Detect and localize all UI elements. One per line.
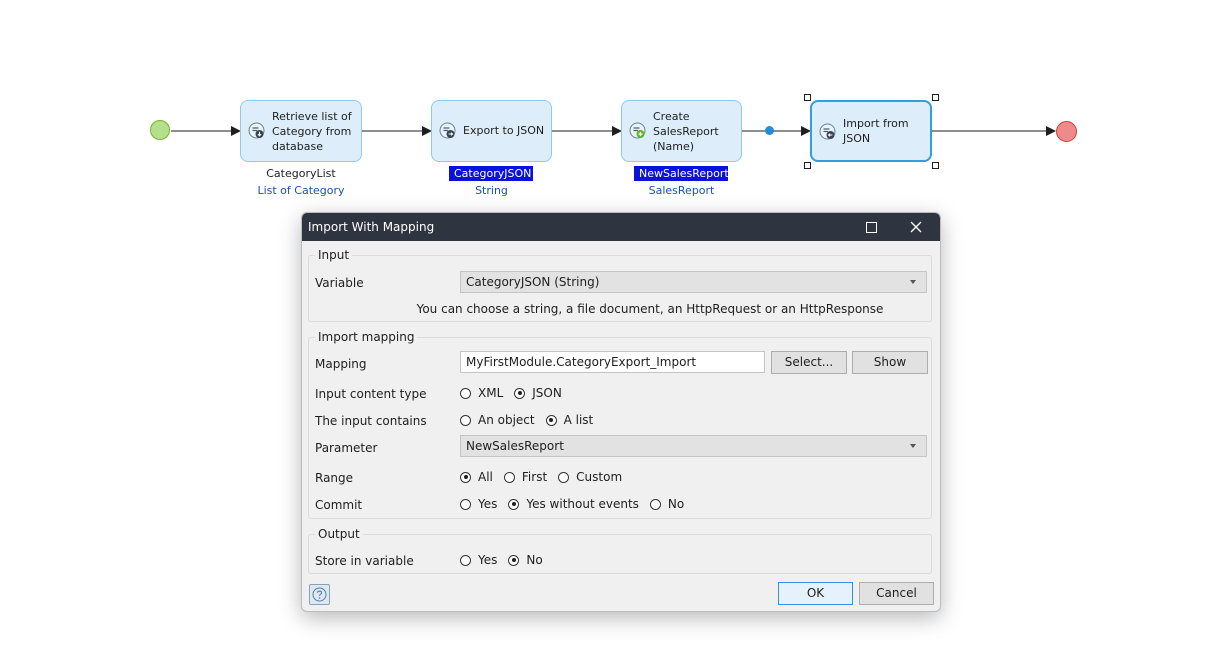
range-label: Range	[315, 471, 354, 485]
store-no-option[interactable]: No	[508, 553, 543, 567]
retrieve-activity-label: Retrieve list of Category from database	[272, 110, 352, 153]
export-mapping-icon	[439, 122, 456, 139]
contains-object-option[interactable]: An object	[460, 413, 535, 427]
content-type-label: Input content type	[315, 387, 427, 401]
resize-handle-bottom-right[interactable]	[932, 162, 939, 169]
input-group: Input Variable CategoryJSON (String) You…	[308, 248, 932, 322]
create-object-icon	[629, 122, 646, 139]
export-output-name: CategoryJSON	[449, 166, 533, 181]
commit-no-option[interactable]: No	[649, 497, 684, 511]
mapping-label: Mapping	[315, 357, 367, 371]
commit-yes-without-events-option[interactable]: Yes without events	[508, 497, 639, 511]
variable-hint: You can choose a string, a file document…	[416, 302, 884, 316]
help-button[interactable]	[309, 584, 330, 605]
radio-store-no[interactable]	[508, 554, 520, 566]
output-group-title: Output	[315, 527, 363, 541]
export-json-activity-label: Export to JSON	[463, 124, 545, 137]
content-type-json-option[interactable]: JSON	[514, 386, 562, 400]
start-event[interactable]	[150, 120, 170, 140]
parameter-dropdown-value: NewSalesReport	[466, 439, 564, 453]
resize-handle-bottom-left[interactable]	[804, 162, 811, 169]
retrieve-object-icon	[248, 122, 265, 139]
parameter-label: Parameter	[315, 441, 378, 455]
create-output-type: SalesReport	[648, 184, 715, 197]
input-contains-options: An object A list	[460, 412, 604, 428]
radio-commit-yes[interactable]	[460, 498, 471, 510]
radio-all[interactable]	[460, 471, 471, 483]
radio-store-yes[interactable]	[460, 554, 471, 566]
radio-first[interactable]	[503, 471, 515, 483]
store-yes-option[interactable]: Yes	[460, 553, 497, 567]
input-group-title: Input	[315, 248, 353, 262]
commit-yes-option[interactable]: Yes	[460, 497, 497, 511]
radio-xml[interactable]	[460, 387, 471, 399]
create-object-activity-label: Create SalesReport (Name)	[653, 110, 719, 153]
resize-handle-top-right[interactable]	[932, 94, 939, 101]
content-type-options: XML JSON	[460, 385, 573, 401]
dialog-titlebar: Import With Mapping	[302, 213, 940, 241]
range-first-option[interactable]: First	[503, 470, 547, 484]
mapping-field-value: MyFirstModule.CategoryExport_Import	[466, 355, 697, 369]
radio-commit-no[interactable]	[649, 498, 661, 510]
import-json-activity[interactable]: Import from JSON	[810, 100, 932, 162]
cancel-button[interactable]: Cancel	[859, 582, 934, 605]
export-json-activity[interactable]: Export to JSON	[431, 100, 552, 162]
radio-an-object[interactable]	[460, 414, 471, 426]
maximize-button[interactable]	[849, 213, 893, 241]
create-output-name: NewSalesReport	[634, 166, 729, 181]
commit-label: Commit	[315, 498, 363, 512]
import-mapping-group-title: Import mapping	[315, 330, 418, 344]
import-json-activity-label: Import from JSON	[843, 117, 909, 145]
radio-a-list[interactable]	[545, 414, 557, 426]
show-mapping-button[interactable]: Show	[852, 351, 928, 374]
mapping-field[interactable]: MyFirstModule.CategoryExport_Import	[460, 351, 765, 373]
parameter-dropdown[interactable]: NewSalesReport	[460, 435, 927, 457]
output-group: Output Store in variable Yes No	[308, 527, 932, 574]
close-button[interactable]	[894, 213, 938, 241]
resize-handle-top-left[interactable]	[804, 94, 811, 101]
store-in-variable-options: Yes No	[460, 552, 554, 568]
maximize-icon	[865, 221, 877, 233]
radio-yes-without-events[interactable]	[508, 498, 520, 510]
help-icon	[312, 587, 327, 602]
flow-connectors	[171, 126, 1056, 136]
radio-custom[interactable]	[558, 471, 570, 483]
create-object-activity[interactable]: Create SalesReport (Name)	[621, 100, 742, 162]
variable-label: Variable	[315, 276, 364, 290]
contains-list-option[interactable]: A list	[545, 413, 593, 427]
range-options: All First Custom	[460, 469, 633, 485]
dialog-title: Import With Mapping	[308, 220, 435, 234]
range-custom-option[interactable]: Custom	[558, 470, 622, 484]
variable-dropdown-value: CategoryJSON (String)	[466, 275, 600, 289]
end-event[interactable]	[1056, 121, 1077, 142]
chevron-down-icon	[910, 280, 916, 284]
export-output-type: String	[475, 184, 508, 197]
retrieve-output-name: CategoryList	[266, 167, 336, 180]
commit-options: Yes Yes without events No	[460, 496, 695, 512]
store-in-variable-label: Store in variable	[315, 554, 414, 568]
radio-json[interactable]	[514, 387, 526, 399]
import-with-mapping-dialog: Import With Mapping Input Variable Categ…	[301, 212, 941, 612]
input-contains-label: The input contains	[315, 414, 427, 428]
close-icon	[910, 221, 922, 233]
insertion-point-dot[interactable]	[765, 126, 774, 135]
variable-dropdown[interactable]: CategoryJSON (String)	[460, 271, 927, 293]
retrieve-output-type: List of Category	[257, 184, 345, 197]
import-mapping-icon	[819, 123, 836, 140]
chevron-down-icon	[910, 444, 916, 448]
select-mapping-button[interactable]: Select...	[771, 351, 847, 374]
retrieve-activity[interactable]: Retrieve list of Category from database	[240, 100, 362, 162]
import-mapping-group: Import mapping Mapping MyFirstModule.Cat…	[308, 330, 932, 519]
ok-button[interactable]: OK	[778, 582, 853, 605]
range-all-option[interactable]: All	[460, 470, 493, 484]
content-type-xml-option[interactable]: XML	[460, 386, 503, 400]
